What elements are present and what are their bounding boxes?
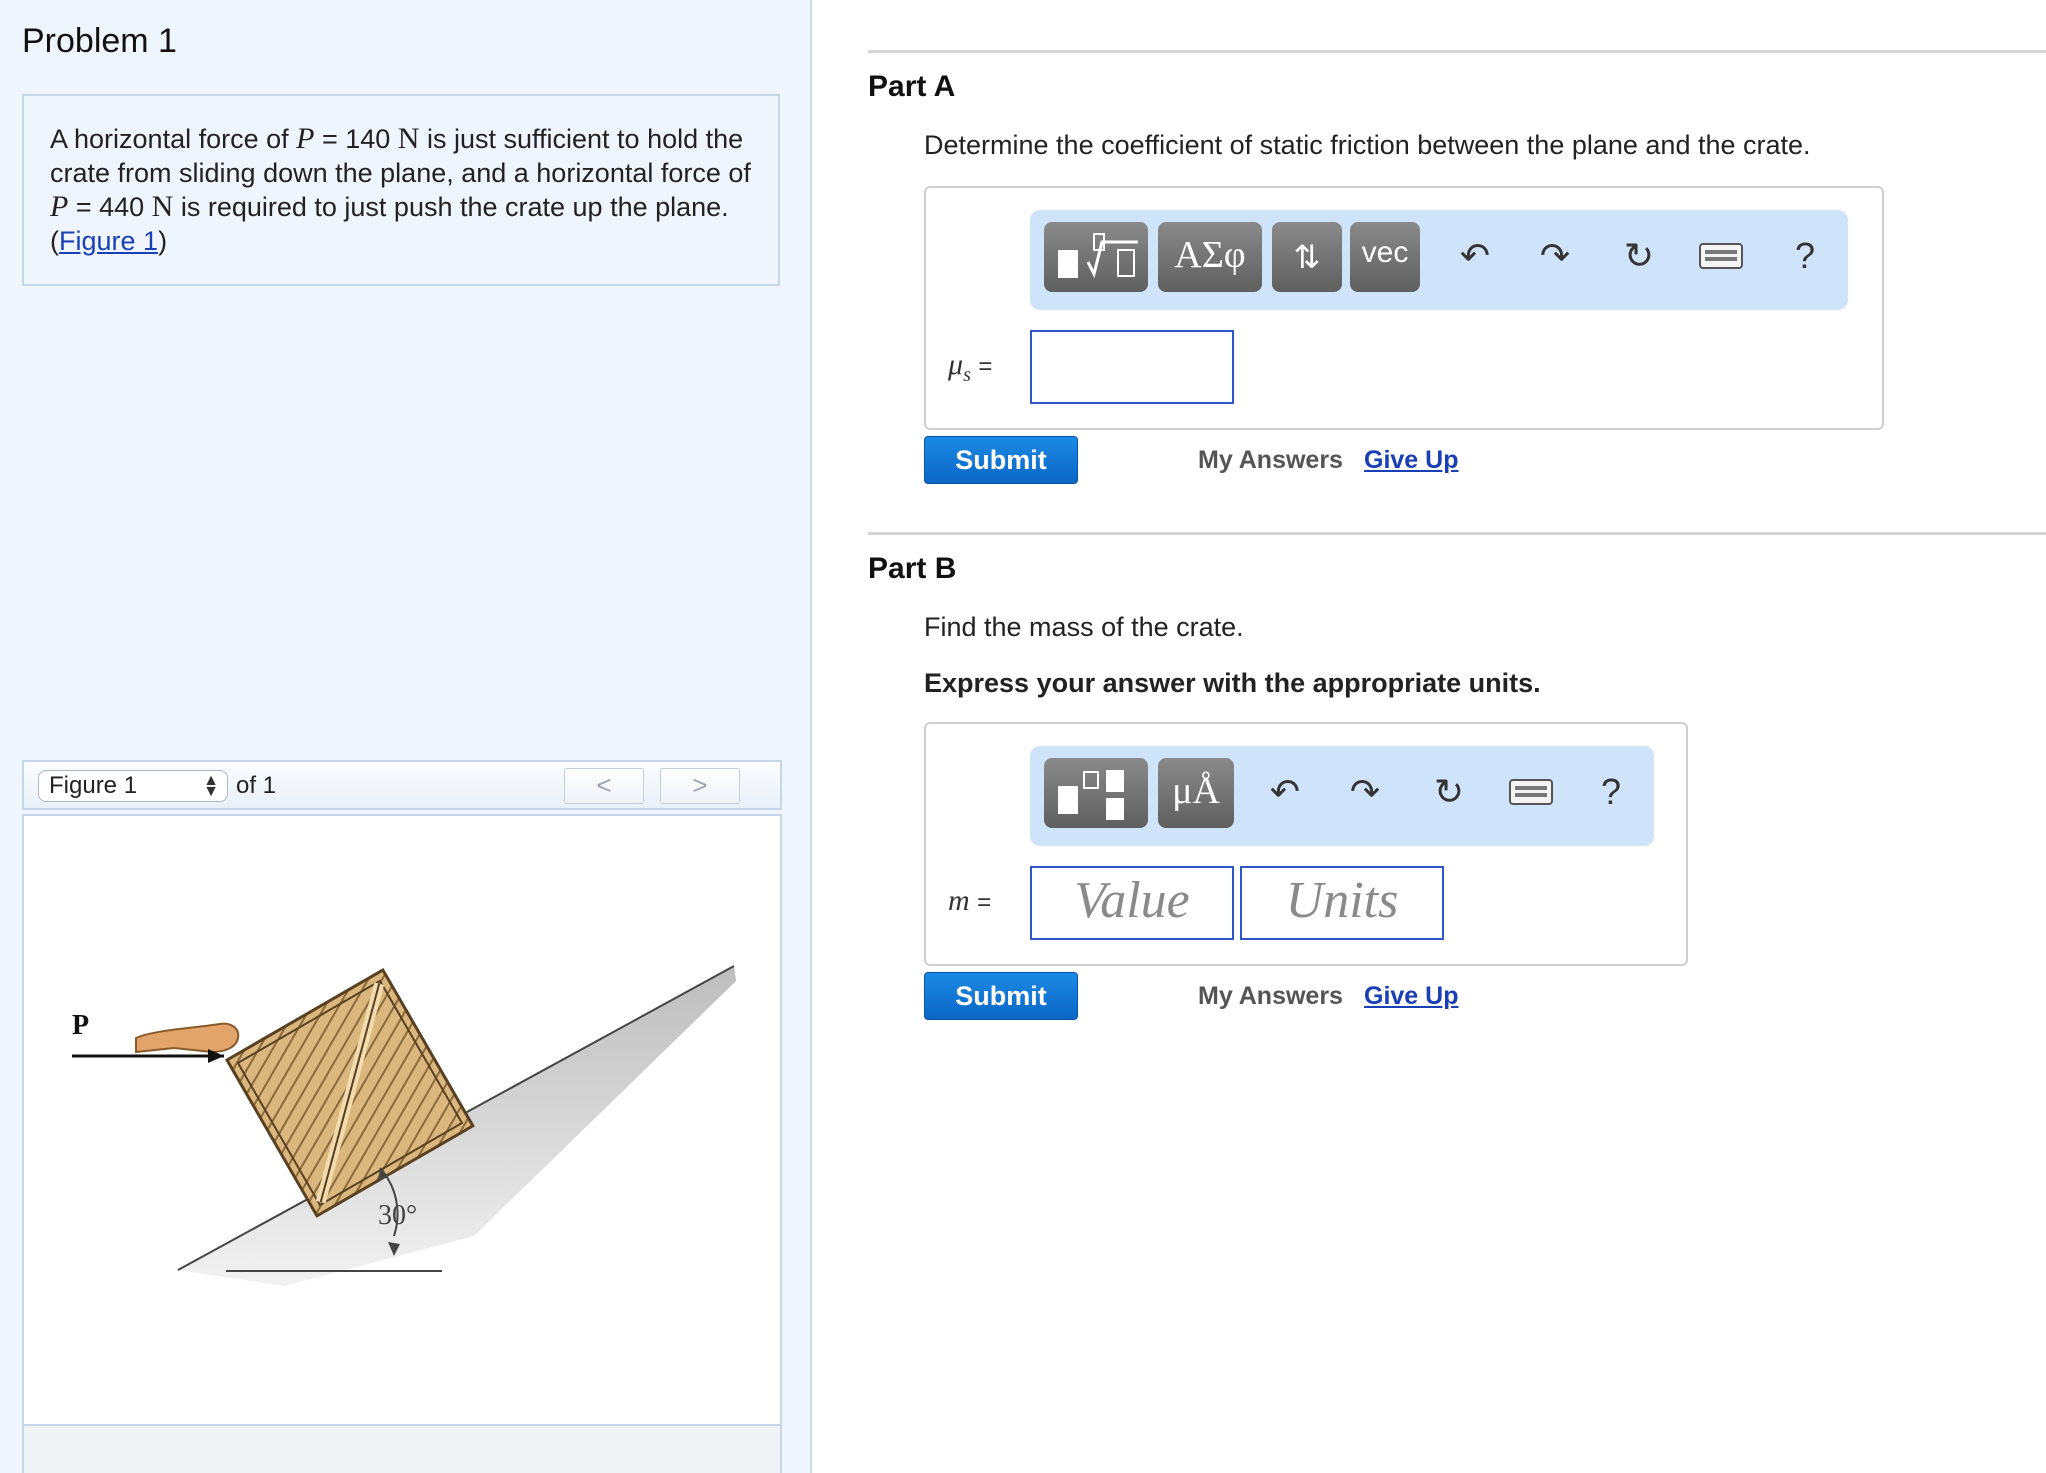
figure-link[interactable]: Figure 1: [59, 226, 158, 256]
figure-panel: P 30°: [22, 814, 782, 1426]
select-arrows-icon: ▲ ▼: [203, 772, 219, 800]
value-input[interactable]: Value: [1030, 866, 1234, 940]
undo-icon[interactable]: ↶: [1450, 228, 1500, 284]
mu-subscript: s: [963, 364, 971, 386]
part-b-answer-box: μÅ ↶ ↷ ↻ ? m = Value Units: [924, 722, 1688, 966]
angle-label: 30°: [378, 1200, 417, 1231]
statement-text-4: ): [158, 226, 168, 256]
subscript-superscript-button[interactable]: ⇅: [1272, 222, 1342, 292]
part-b-submit-button[interactable]: Submit: [924, 972, 1078, 1020]
redo-icon[interactable]: ↷: [1530, 228, 1580, 284]
templates-button[interactable]: [1044, 222, 1148, 292]
force-equals-2: = 440: [68, 192, 152, 222]
keyboard-icon[interactable]: [1696, 228, 1746, 284]
figure-count: of 1: [236, 772, 277, 799]
part-b-divider: [868, 532, 2046, 535]
problem-statement: A horizontal force of P = 140 N is just …: [22, 94, 780, 286]
figure-select-value: Figure 1: [49, 772, 138, 799]
greek-symbols-button[interactable]: ΑΣφ: [1158, 222, 1262, 292]
help-button[interactable]: ?: [1780, 228, 1830, 284]
m-symbol: m: [948, 884, 970, 917]
figure-panel-footer: [22, 1424, 782, 1473]
part-a-divider: [868, 50, 2046, 53]
hand-icon: [135, 1022, 240, 1054]
crate-incline-figure: P 30°: [72, 965, 736, 1286]
force-equals: = 140: [314, 124, 398, 154]
force-unit: N: [397, 122, 420, 155]
templates-button-b[interactable]: [1044, 758, 1148, 828]
redo-icon[interactable]: ↷: [1340, 764, 1390, 820]
mu-equals: =: [978, 353, 993, 380]
templates-icon: [1058, 233, 1138, 279]
part-a-my-answers-link[interactable]: My Answers: [1198, 446, 1343, 475]
force-variable-2: P: [50, 190, 69, 223]
force-label: P: [72, 1010, 89, 1041]
undo-icon[interactable]: ↶: [1260, 764, 1310, 820]
part-a-submit-button[interactable]: Submit: [924, 436, 1078, 484]
problem-title: Problem 1: [22, 22, 177, 60]
units-input[interactable]: Units: [1240, 866, 1444, 940]
m-label: m =: [948, 884, 991, 918]
m-equals: =: [977, 889, 992, 916]
templates-icon-b: [1058, 770, 1124, 820]
statement-text-1: A horizontal force of: [50, 124, 297, 154]
figure-navigation-bar: Figure 1 ▲ ▼ of 1 < >: [22, 760, 782, 810]
part-a-give-up-link[interactable]: Give Up: [1364, 446, 1458, 475]
force-unit-2: N: [151, 190, 174, 223]
part-b-question: Find the mass of the crate.: [924, 612, 1244, 642]
part-b-my-answers-link[interactable]: My Answers: [1198, 982, 1343, 1011]
force-variable: P: [296, 122, 315, 155]
part-a-title: Part A: [868, 70, 956, 103]
mu-symbol: μ: [948, 348, 964, 381]
previous-figure-button[interactable]: <: [564, 768, 644, 804]
help-button[interactable]: ?: [1586, 764, 1636, 820]
part-b-title: Part B: [868, 552, 957, 585]
keyboard-icon[interactable]: [1506, 764, 1556, 820]
vector-button[interactable]: vec: [1350, 222, 1420, 292]
units-button[interactable]: μÅ: [1158, 758, 1234, 828]
part-b-instruction: Express your answer with the appropriate…: [924, 668, 1541, 698]
part-a-math-toolbar: ΑΣφ ⇅ vec ↶ ↷ ↻ ?: [1030, 210, 1848, 310]
mu-s-label: μs =: [948, 348, 992, 387]
mu-s-input[interactable]: [1030, 330, 1234, 404]
problem-panel: Problem 1 A horizontal force of P = 140 …: [0, 0, 812, 1473]
part-b-math-toolbar: μÅ ↶ ↷ ↻ ?: [1030, 746, 1654, 846]
part-a-answer-box: ΑΣφ ⇅ vec ↶ ↷ ↻ ? μs =: [924, 186, 1884, 430]
reset-icon[interactable]: ↻: [1614, 228, 1664, 284]
part-a-question: Determine the coefficient of static fric…: [924, 130, 1811, 160]
next-figure-button[interactable]: >: [660, 768, 740, 804]
figure-select[interactable]: Figure 1 ▲ ▼: [38, 770, 228, 802]
reset-icon[interactable]: ↻: [1424, 764, 1474, 820]
part-b-give-up-link[interactable]: Give Up: [1364, 982, 1458, 1011]
